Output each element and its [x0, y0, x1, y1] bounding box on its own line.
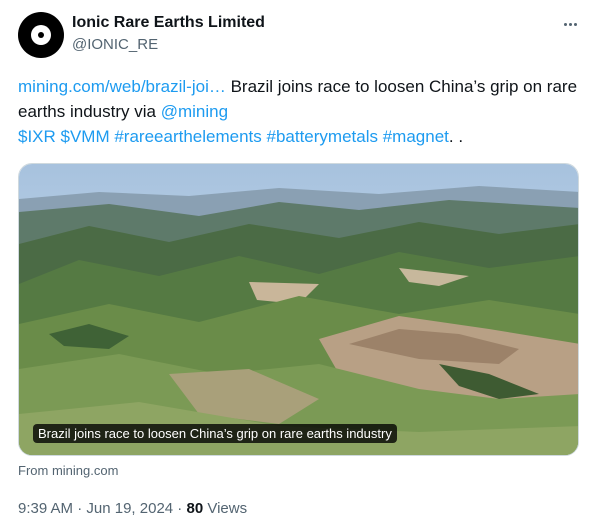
author-name[interactable]: Ionic Rare Earths Limited — [72, 14, 265, 32]
views-label: Views — [203, 500, 248, 517]
tweet-date[interactable]: Jun 19, 2024 — [86, 500, 173, 517]
tweet-meta: 9:39 AM · Jun 19, 2024 · 80 Views — [18, 500, 247, 517]
card-caption: Brazil joins race to loosen China’s grip… — [33, 424, 397, 443]
mention-link[interactable]: @mining — [161, 102, 228, 121]
link-card-image[interactable]: Brazil joins race to loosen China’s grip… — [18, 163, 579, 456]
tweet-trailing: . . — [448, 127, 464, 146]
meta-separator: · — [173, 500, 187, 517]
landscape-photo — [19, 164, 578, 455]
article-link[interactable]: mining.com/web/brazil-joi… — [18, 77, 226, 96]
avatar[interactable] — [18, 12, 64, 58]
hashtags-link[interactable]: $IXR $VMM #rareearthelements #batterymet… — [18, 127, 449, 146]
views-count: 80 — [186, 500, 204, 517]
more-options-icon[interactable] — [558, 12, 582, 36]
meta-separator: · — [73, 500, 87, 517]
card-source[interactable]: From mining.com — [18, 463, 118, 478]
tweet-text: mining.com/web/brazil-joi… Brazil joins … — [18, 74, 583, 149]
author-handle[interactable]: @IONIC_RE — [72, 36, 158, 53]
tweet-time[interactable]: 9:39 AM — [18, 500, 73, 517]
logo-dot — [38, 32, 44, 38]
logo-ring — [31, 25, 51, 45]
